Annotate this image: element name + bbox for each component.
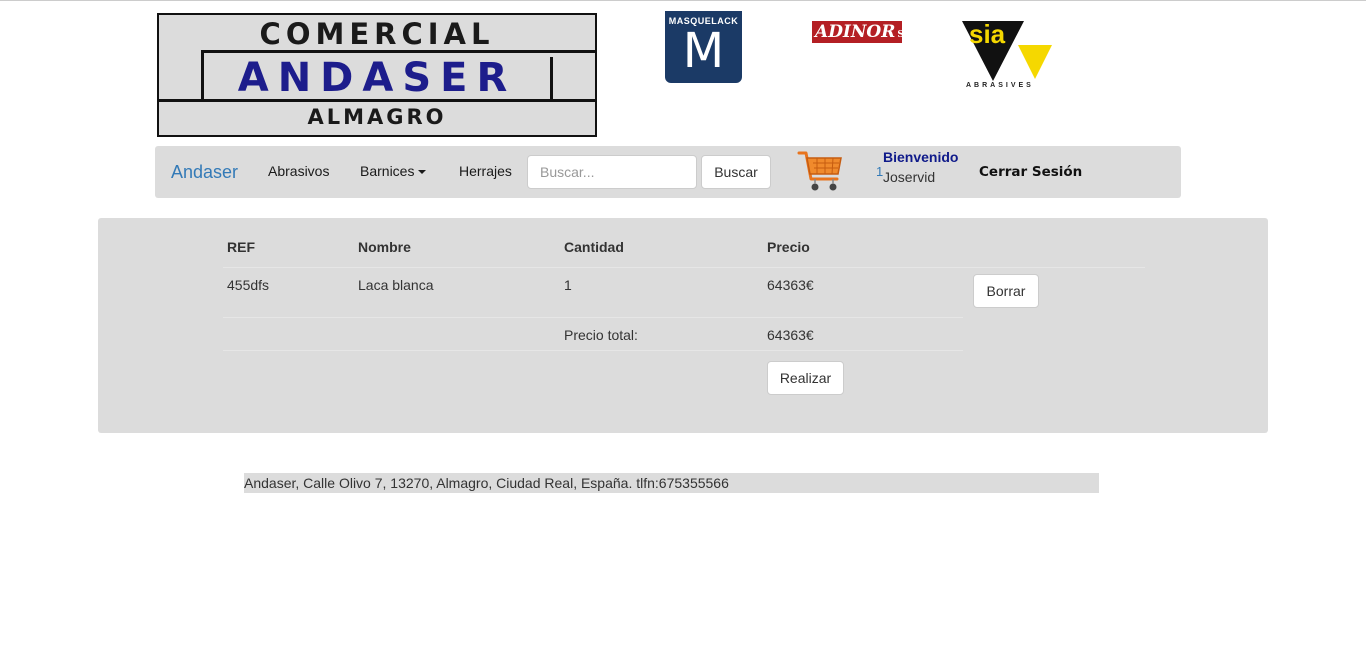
column-header-precio: Precio — [767, 239, 810, 255]
nav-dropdown-barnices[interactable]: Barnices — [360, 163, 427, 179]
nav-link-herrajes[interactable]: Herrajes — [459, 163, 512, 179]
masquelack-letter: M — [682, 23, 725, 79]
delete-item-button[interactable]: Borrar — [973, 274, 1039, 308]
adinor-logo: ADINOR S.L — [812, 21, 913, 43]
logo-line-2: ANDASER — [237, 55, 517, 101]
logo-line-3: ALMAGRO — [307, 105, 447, 129]
navbar-brand[interactable]: Andaser — [171, 162, 238, 183]
cell-ref: 455dfs — [227, 277, 270, 293]
logo-line-1: COMERCIAL — [259, 17, 495, 51]
sia-abrasives-logo: sia ABRASIVES — [960, 19, 1054, 93]
adinor-suffix: S.L — [897, 30, 914, 40]
sia-wordmark: sia — [969, 19, 1006, 49]
cart-panel — [98, 218, 1268, 433]
nav-link-barnices-label: Barnices — [360, 163, 415, 179]
adinor-name: ADINOR — [815, 22, 896, 42]
place-order-button[interactable]: Realizar — [767, 361, 844, 395]
logout-link[interactable]: Cerrar Sesión — [979, 164, 1082, 180]
table-divider — [223, 267, 1145, 268]
caret-down-icon — [418, 170, 427, 175]
table-divider — [223, 317, 963, 318]
sia-tagline: ABRASIVES — [966, 82, 1034, 89]
masquelack-logo: MASQUELACK M — [665, 11, 742, 83]
cell-nombre: Laca blanca — [358, 277, 434, 293]
column-header-ref: REF — [227, 239, 255, 255]
search-button[interactable]: Buscar — [701, 155, 771, 189]
table-divider — [223, 350, 963, 351]
shopping-cart-icon[interactable] — [797, 149, 845, 195]
search-input[interactable] — [527, 155, 697, 189]
username-text: Joservid — [883, 169, 936, 185]
column-header-cantidad: Cantidad — [564, 239, 624, 255]
cell-cantidad: 1 — [564, 277, 572, 293]
welcome-text: Bienvenido — [883, 149, 959, 165]
footer-address: Andaser, Calle Olivo 7, 13270, Almagro, … — [244, 473, 1099, 493]
column-header-nombre: Nombre — [358, 239, 411, 255]
total-label: Precio total: — [564, 327, 638, 343]
total-value: 64363€ — [767, 327, 814, 343]
comercial-andaser-logo: COMERCIAL ANDASER ALMAGRO — [157, 13, 597, 137]
nav-link-abrasivos[interactable]: Abrasivos — [268, 163, 329, 179]
cell-precio: 64363€ — [767, 277, 814, 293]
